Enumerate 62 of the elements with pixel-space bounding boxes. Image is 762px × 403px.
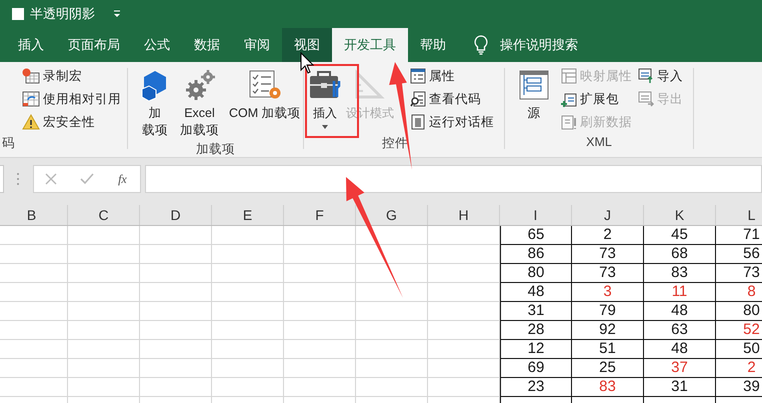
ribbon-button[interactable]: 插入 <box>306 65 344 132</box>
ribbon-button[interactable]: 加 载项 <box>136 65 174 141</box>
properties-icon <box>410 68 426 84</box>
column-header[interactable]: D <box>140 205 212 225</box>
ribbon-tab[interactable]: 公式 <box>132 28 182 62</box>
column-header[interactable]: C <box>68 205 140 225</box>
ribbon-tab[interactable]: 数据 <box>182 28 232 62</box>
group-label: 控件 <box>381 135 409 152</box>
ribbon-button[interactable]: Excel 加载项 <box>176 65 223 141</box>
drag-handle-icon[interactable] <box>16 172 20 186</box>
ribbon-button[interactable]: 导入 <box>636 65 685 87</box>
insert-function-button[interactable]: fx <box>116 172 129 186</box>
expansion-pack-icon <box>561 91 577 107</box>
column-header[interactable]: J <box>572 205 644 225</box>
ruler-triangle-icon <box>353 69 387 101</box>
record-macro-icon <box>22 68 40 84</box>
ribbon-button[interactable]: 查看代码 <box>408 88 496 110</box>
checkbox[interactable] <box>12 8 24 20</box>
ribbon-tab[interactable]: 页面布局 <box>56 28 132 62</box>
column-header[interactable]: E <box>212 205 284 225</box>
dialog-window-icon <box>410 114 426 130</box>
map-properties-icon <box>561 68 577 84</box>
document-title: 半透明阴影 <box>30 5 95 23</box>
ribbon-button[interactable]: 扩展包 <box>559 88 634 110</box>
ribbon-button[interactable]: 源 <box>515 65 553 124</box>
customize-toolbar-icon[interactable] <box>113 10 121 18</box>
relative-reference-icon <box>22 91 40 107</box>
ribbon-button[interactable]: 运行对话框 <box>408 111 496 133</box>
lightbulb-icon <box>474 35 488 55</box>
xml-source-icon <box>519 69 549 101</box>
ribbon-button[interactable]: 使用相对引用 <box>20 88 123 110</box>
column-header[interactable]: F <box>284 205 356 225</box>
export-icon <box>638 91 654 107</box>
view-code-icon <box>410 91 426 107</box>
list-gear-icon <box>248 69 282 101</box>
ribbon-button[interactable]: 录制宏 <box>20 65 123 87</box>
column-header[interactable]: L <box>716 205 762 225</box>
caret-icon <box>322 125 328 130</box>
refresh-data-icon <box>561 114 577 130</box>
ribbon-tab[interactable]: 插入 <box>6 28 56 62</box>
group-label: 加载项 <box>195 140 236 158</box>
group-label: XML <box>585 135 613 151</box>
ribbon-tab[interactable]: 开发工具 <box>332 28 408 62</box>
gears-icon <box>184 69 216 101</box>
column-header[interactable]: B <box>0 205 68 225</box>
ribbon-tab[interactable]: 审阅 <box>232 28 282 62</box>
column-header[interactable]: I <box>500 205 572 225</box>
ribbon-button[interactable]: 宏安全性 <box>20 111 123 133</box>
ribbon-button[interactable]: COM 加载项 <box>225 65 305 124</box>
column-header[interactable]: H <box>428 205 500 225</box>
column-header[interactable]: K <box>644 205 716 225</box>
ribbon-tab[interactable]: 帮助 <box>408 28 458 62</box>
warning-icon <box>22 114 40 130</box>
import-icon <box>638 68 654 84</box>
check-icon[interactable] <box>80 173 94 185</box>
group-label: 码 <box>1 135 16 152</box>
ribbon-button[interactable]: 属性 <box>408 65 496 87</box>
toolbox-icon <box>308 69 342 101</box>
formula-input[interactable] <box>145 165 762 193</box>
tell-me-search[interactable]: 操作说明搜索 <box>500 36 578 54</box>
ribbon-tab[interactable]: 视图 <box>282 28 332 62</box>
cancel-icon[interactable] <box>45 173 58 185</box>
